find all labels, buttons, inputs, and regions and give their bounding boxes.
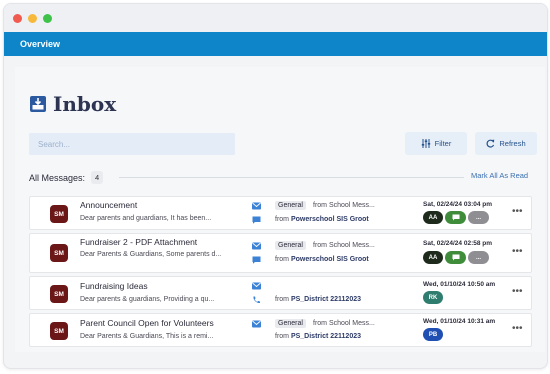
avatar[interactable]: AA — [423, 211, 443, 224]
from-top-text: from School Mess... — [313, 202, 375, 209]
message-date: Sat, 02/24/24 03:04 pm — [423, 201, 493, 208]
chat-icon — [452, 214, 459, 221]
from-source-bottom: Powerschool SIS Groot — [290, 216, 369, 223]
chat-icon — [252, 256, 261, 264]
message-date: Wed, 01/10/24 10:31 am — [423, 318, 496, 325]
message-subject[interactable]: Fundraiser 2 - PDF Attachment — [80, 237, 197, 247]
message-preview: Dear Parents & Guardians, This is a remi… — [80, 333, 214, 340]
from-prefix: from — [275, 296, 289, 303]
row-menu-button[interactable]: ••• — [512, 206, 523, 217]
from-prefix: from — [313, 320, 327, 327]
from-prefix: from — [275, 216, 289, 223]
window-titlebar — [4, 4, 547, 32]
minimize-window-dot[interactable] — [28, 13, 37, 23]
message-type-chip: General — [275, 201, 306, 210]
message-count-badge: 4 — [91, 171, 104, 184]
from-source-bottom: PS_District 22112023 — [290, 296, 362, 303]
message-list: SM Announcement Dear parents and guardia… — [29, 196, 532, 350]
search-input[interactable] — [29, 133, 235, 155]
message-subject[interactable]: Announcement — [80, 200, 137, 210]
mark-all-read-link[interactable]: Mark All As Read — [471, 171, 528, 180]
from-top-text: from School Mess... — [313, 320, 375, 327]
from-prefix: from — [275, 333, 289, 340]
from-bottom-text: from Powerschool SIS Groot — [275, 216, 369, 223]
filter-label: Filter — [434, 139, 452, 148]
avatar[interactable]: AA — [423, 251, 443, 264]
sender-badge: SM — [50, 205, 68, 223]
more-avatars[interactable]: ... — [468, 251, 489, 264]
from-source-bottom: Powerschool SIS Groot — [290, 256, 369, 263]
avatar[interactable]: RK — [423, 291, 443, 304]
recipient-avatars: RK — [423, 291, 443, 304]
nav-tab-overview[interactable]: Overview — [20, 39, 60, 49]
from-bottom-text: from PS_District 22112023 — [275, 296, 361, 303]
page-header: Inbox — [29, 92, 116, 116]
message-row[interactable]: SM Parent Council Open for Volunteers De… — [29, 313, 532, 347]
message-preview: Dear parents & guardians, Providing a qu… — [80, 296, 215, 303]
recipient-avatars: PB — [423, 328, 443, 341]
from-source-top: School Mess... — [328, 320, 375, 327]
refresh-icon — [486, 139, 495, 148]
from-top-text: from School Mess... — [313, 242, 375, 249]
from-prefix: from — [313, 202, 327, 209]
message-type-chip: General — [275, 241, 306, 250]
message-type-chip: General — [275, 319, 306, 328]
refresh-label: Refresh — [499, 139, 526, 148]
email-icon — [252, 282, 261, 290]
sender-badge: SM — [50, 244, 68, 262]
from-source-top: School Mess... — [328, 202, 375, 209]
message-subject[interactable]: Fundraising Ideas — [80, 281, 148, 291]
recipient-avatars: AA ... — [423, 211, 489, 224]
from-prefix: from — [313, 242, 327, 249]
refresh-button[interactable]: Refresh — [475, 132, 537, 155]
email-icon — [252, 320, 261, 328]
top-nav-bar: Overview — [4, 32, 547, 56]
all-messages-label: All Messages: — [29, 172, 86, 183]
message-preview: Dear Parents & Guardians, Some parents d… — [80, 251, 222, 258]
maximize-window-dot[interactable] — [43, 13, 52, 23]
email-icon — [252, 242, 261, 250]
message-date: Wed, 01/10/24 10:50 am — [423, 281, 496, 288]
chat-avatar[interactable] — [445, 251, 466, 264]
filter-button[interactable]: Filter — [405, 132, 467, 155]
recipient-avatars: AA ... — [423, 251, 489, 264]
from-bottom-text: from PS_District 22112023 — [275, 333, 361, 340]
summary-divider — [119, 177, 464, 178]
message-row[interactable]: SM Announcement Dear parents and guardia… — [29, 196, 532, 230]
from-prefix: from — [275, 256, 289, 263]
phone-icon — [253, 296, 260, 304]
sliders-icon — [421, 139, 430, 148]
sender-badge: SM — [50, 322, 68, 340]
message-date: Sat, 02/24/24 02:58 pm — [423, 240, 493, 247]
avatar[interactable]: PB — [423, 328, 443, 341]
message-row[interactable]: SM Fundraiser 2 - PDF Attachment Dear Pa… — [29, 233, 532, 273]
chat-icon — [452, 254, 459, 261]
chat-avatar[interactable] — [445, 211, 466, 224]
page-title: Inbox — [53, 92, 117, 116]
row-menu-button[interactable]: ••• — [512, 246, 523, 257]
row-menu-button[interactable]: ••• — [512, 286, 523, 297]
messages-summary: All Messages: 4 — [29, 171, 104, 184]
from-bottom-text: from Powerschool SIS Groot — [275, 256, 369, 263]
message-row[interactable]: SM Fundraising Ideas Dear parents & guar… — [29, 276, 532, 310]
chat-icon — [252, 216, 261, 224]
message-preview: Dear parents and guardians, It has been.… — [80, 215, 212, 222]
row-menu-button[interactable]: ••• — [512, 323, 523, 334]
inbox-tray-icon — [30, 96, 46, 112]
close-window-dot[interactable] — [13, 13, 22, 23]
email-icon — [252, 202, 261, 210]
sender-badge: SM — [50, 285, 68, 303]
from-source-top: School Mess... — [328, 242, 375, 249]
message-subject[interactable]: Parent Council Open for Volunteers — [80, 318, 214, 328]
more-avatars[interactable]: ... — [468, 211, 489, 224]
inbox-panel: Inbox Filter Refresh All Messages: 4 Mar… — [15, 67, 545, 352]
from-source-bottom: PS_District 22112023 — [290, 333, 362, 340]
